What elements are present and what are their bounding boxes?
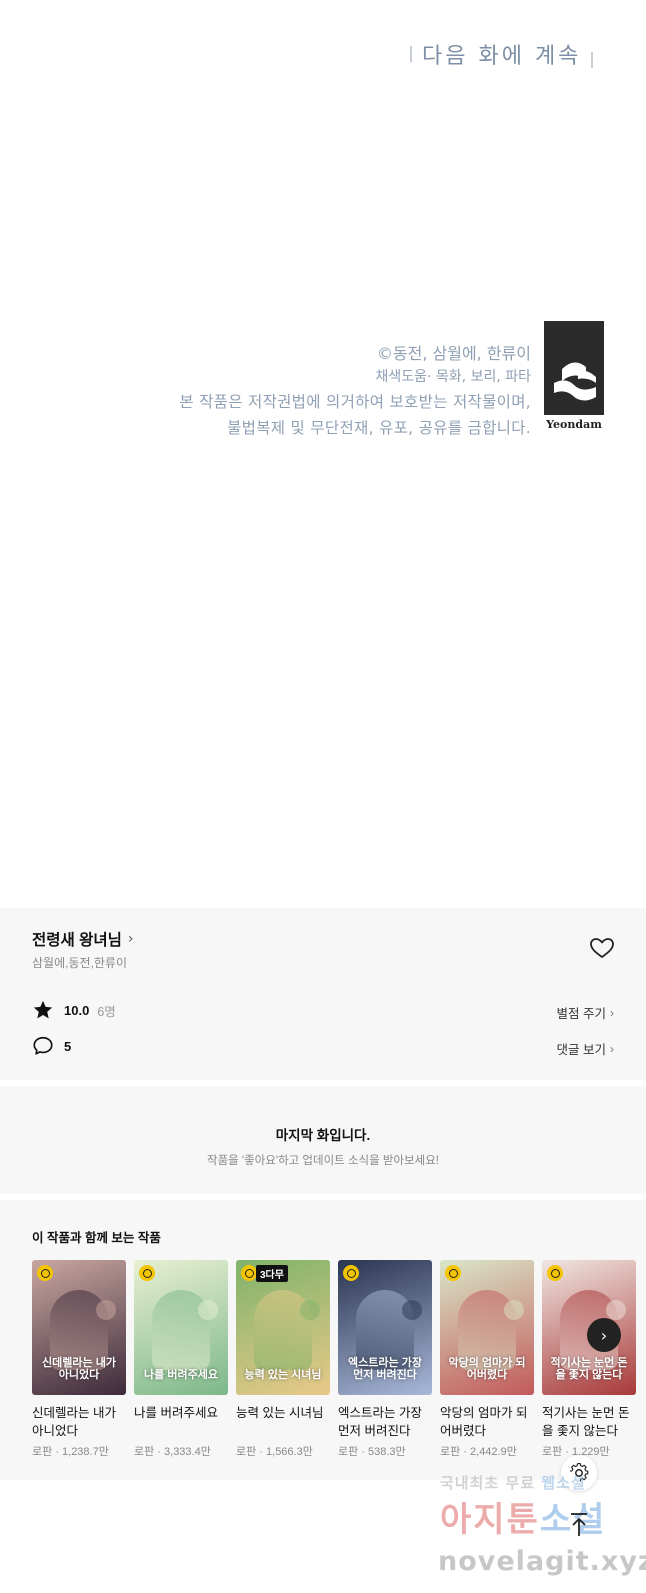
recommendations-carousel: 신데렐라는 내가 아니었다 신데렐라는 내가 아니었다 로판 · 1,238.7만 나… bbox=[32, 1260, 636, 1459]
wait-free-clock-icon bbox=[37, 1265, 53, 1281]
next-episode-caption: 다음 화에 계속 bbox=[410, 38, 594, 70]
next-episode-text: 다음 화에 계속 bbox=[422, 44, 582, 69]
cover-title-art: 엑스트라는 가장 먼저 버려진다 bbox=[348, 1357, 422, 1381]
yeondam-logo: Yeondam bbox=[544, 321, 604, 433]
yeondam-logo-text: Yeondam bbox=[546, 418, 602, 431]
yeondam-logo-mark bbox=[544, 321, 604, 415]
last-chapter-heading: 마지막 화입니다. bbox=[275, 1128, 371, 1143]
watermark-line1-a: 국내최초 무료 bbox=[440, 1474, 536, 1492]
view-comments-label[interactable]: 댓글 보기 bbox=[557, 1039, 606, 1058]
recommendation-meta: 로판 · 538.3만 bbox=[338, 1446, 406, 1458]
caption-bar-left bbox=[410, 46, 412, 62]
cover-title-art: 나를 버려주세요 bbox=[144, 1369, 218, 1381]
recommendation-cover[interactable]: 신데렐라는 내가 아니었다 bbox=[32, 1260, 126, 1395]
recommendation-title[interactable]: 악당의 엄마가 되어버렸다 bbox=[440, 1404, 534, 1440]
caption-bar-right bbox=[591, 52, 594, 68]
watermark-line1: 국내최초 무료 웹소설 bbox=[440, 1472, 586, 1493]
cover-decoration bbox=[606, 1300, 626, 1320]
rating-count: 6명 bbox=[97, 1004, 116, 1019]
star-filled-icon bbox=[32, 999, 54, 1021]
recommendation-card[interactable]: 적기사는 눈먼 돈을 좇지 않는다 적기사는 눈먼 돈을 좇지 않는다 로판 · 1… bbox=[542, 1260, 636, 1459]
recommendation-cover[interactable]: 악당의 엄마가 되어버렸다 bbox=[440, 1260, 534, 1395]
view-comments-button[interactable]: 댓글 보기 › bbox=[557, 1039, 614, 1058]
credits-copyright-notice: 본 작품은 저작권법에 의거하여 보호받는 저작물이며, bbox=[179, 393, 531, 411]
rating-row: 10.0 6명 bbox=[32, 999, 116, 1021]
wait-free-clock-icon bbox=[139, 1265, 155, 1281]
watermark-url: novelagit.xyz bbox=[438, 1546, 646, 1577]
recommendation-meta: 로판 · 2,442.9만 bbox=[440, 1446, 517, 1458]
work-title[interactable]: 전령새 왕녀님 bbox=[32, 928, 122, 950]
recommendation-cover[interactable]: 3다무능력 있는 시녀님 bbox=[236, 1260, 330, 1395]
comment-bubble-icon bbox=[32, 1035, 54, 1057]
recommendation-card[interactable]: 3다무 능력 있는 시녀님 능력 있는 시녀님 로판 · 1,566.3만 bbox=[236, 1260, 330, 1459]
cover-decoration bbox=[198, 1300, 218, 1320]
recommendation-title[interactable]: 신데렐라는 내가 아니었다 bbox=[32, 1404, 126, 1440]
recommendation-meta: 로판 · 1,229만 bbox=[542, 1446, 610, 1458]
work-title-link[interactable]: 전령새 왕녀님 › bbox=[32, 928, 133, 950]
cover-decoration bbox=[96, 1300, 116, 1320]
comments-row: 5 bbox=[32, 1035, 71, 1057]
scroll-to-top-button[interactable] bbox=[561, 1507, 597, 1543]
watermark-line2-a: 아지툰 bbox=[440, 1500, 540, 1540]
work-authors: 삼월에,동전,한류이 bbox=[32, 956, 127, 970]
chevron-right-icon: › bbox=[610, 1005, 614, 1020]
credits-authors: ©동전, 삼월에, 한류이 bbox=[376, 344, 531, 363]
site-watermark: 국내최초 무료 웹소설 아지툰소설 novelagit.xyz bbox=[430, 1472, 646, 1587]
recommendation-meta: 로판 · 1,566.3만 bbox=[236, 1446, 313, 1458]
watermark-line1-b: 웹소설 bbox=[541, 1474, 586, 1492]
rate-button[interactable]: 별점 주기 › bbox=[557, 1003, 614, 1022]
recommendation-title[interactable]: 적기사는 눈먼 돈을 좇지 않는다 bbox=[542, 1404, 636, 1440]
recommendation-cover[interactable]: 나를 버려주세요 bbox=[134, 1260, 228, 1395]
cover-title-art: 신데렐라는 내가 아니었다 bbox=[42, 1357, 116, 1381]
work-info-card: 전령새 왕녀님 › 삼월에,동전,한류이 10.0 6명 별점 주기 › 5 댓… bbox=[0, 908, 646, 1080]
wait-free-clock-icon bbox=[343, 1265, 359, 1281]
last-chapter-notice: 마지막 화입니다. 작품을 '좋아요'하고 업데이트 소식을 받아보세요! bbox=[0, 1086, 646, 1194]
heart-outline-icon[interactable] bbox=[589, 936, 615, 960]
recommendation-title[interactable]: 엑스트라는 가장 먼저 버려진다 bbox=[338, 1404, 432, 1440]
chevron-right-icon: › bbox=[127, 931, 134, 947]
cover-badge: 3다무 bbox=[256, 1265, 288, 1282]
copyright-credits: ©동전, 삼월에, 한류이 채색도움· 목화, 보리, 파타 본 작품은 저작권… bbox=[179, 343, 531, 441]
recommendation-card[interactable]: 엑스트라는 가장 먼저 버려진다 엑스트라는 가장 먼저 버려진다 로판 · 538… bbox=[338, 1260, 432, 1459]
recommendation-title[interactable]: 능력 있는 시녀님 bbox=[236, 1404, 330, 1440]
cover-title-art: 적기사는 눈먼 돈을 좇지 않는다 bbox=[550, 1357, 628, 1381]
rating-value: 10.0 bbox=[64, 1002, 90, 1018]
cover-title-art: 악당의 엄마가 되어버렸다 bbox=[448, 1357, 526, 1381]
chevron-right-icon: › bbox=[610, 1041, 614, 1056]
comment-count: 5 bbox=[64, 1038, 72, 1054]
cover-title-art: 능력 있는 시녀님 bbox=[244, 1369, 322, 1381]
recommendation-card[interactable]: 나를 버려주세요 나를 버려주세요 로판 · 3,333.4만 bbox=[134, 1260, 228, 1459]
recommendation-card[interactable]: 악당의 엄마가 되어버렸다 악당의 엄마가 되어버렸다 로판 · 2,442.9만 bbox=[440, 1260, 534, 1459]
recommendation-card[interactable]: 신데렐라는 내가 아니었다 신데렐라는 내가 아니었다 로판 · 1,238.7만 bbox=[32, 1260, 126, 1459]
wait-free-clock-icon bbox=[547, 1265, 563, 1281]
recommendation-title[interactable]: 나를 버려주세요 bbox=[134, 1404, 228, 1440]
recommendations-section: 이 작품과 함께 보는 작품 신데렐라는 내가 아니었다 신데렐라는 내가 아니었… bbox=[0, 1200, 646, 1480]
cover-decoration bbox=[504, 1300, 524, 1320]
comic-end-panel: 다음 화에 계속 ©동전, 삼월에, 한류이 채색도움· 목화, 보리, 파타 … bbox=[0, 0, 646, 908]
arrow-up-icon bbox=[571, 1513, 587, 1536]
recommendations-title: 이 작품과 함께 보는 작품 bbox=[32, 1231, 161, 1245]
recommendation-meta: 로판 · 1,238.7만 bbox=[32, 1446, 109, 1458]
chevron-right-icon: › bbox=[600, 1325, 608, 1345]
carousel-next-button[interactable]: › bbox=[587, 1318, 621, 1352]
cover-decoration bbox=[402, 1300, 422, 1320]
wait-free-clock-icon bbox=[241, 1265, 257, 1281]
last-chapter-subtext: 작품을 '좋아요'하고 업데이트 소식을 받아보세요! bbox=[207, 1155, 439, 1167]
wait-free-clock-icon bbox=[445, 1265, 461, 1281]
credits-prohibition-notice: 불법복제 및 무단전재, 유포, 공유를 금합니다. bbox=[227, 419, 531, 437]
recommendation-meta: 로판 · 3,333.4만 bbox=[134, 1446, 211, 1458]
credits-coloring: 채색도움· 목화, 보리, 파타 bbox=[375, 369, 531, 385]
cover-decoration bbox=[300, 1300, 320, 1320]
rate-button-label[interactable]: 별점 주기 bbox=[557, 1003, 606, 1022]
recommendation-cover[interactable]: 엑스트라는 가장 먼저 버려진다 bbox=[338, 1260, 432, 1395]
